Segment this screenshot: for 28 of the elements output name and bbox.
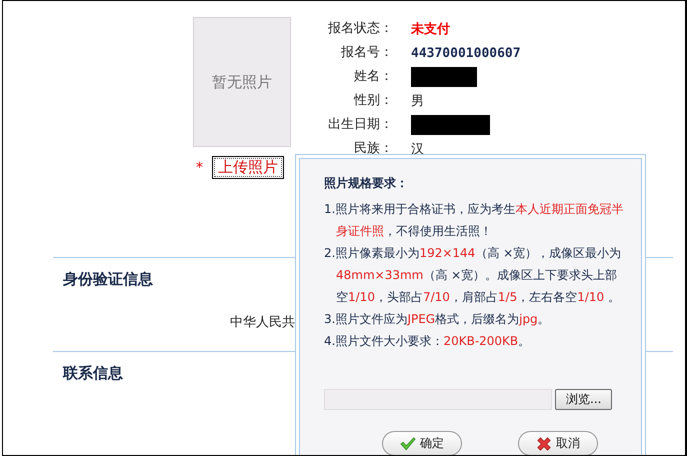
upload-photo-button[interactable]: 上传照片 (212, 156, 284, 179)
field-label: 报名号： (340, 44, 393, 62)
field-value: 男 (411, 93, 424, 110)
field-label: 报名状态： (327, 20, 393, 38)
section-title: 联系信息 (63, 364, 123, 383)
field-label: 性别： (352, 92, 393, 110)
redacted-block (411, 67, 477, 87)
requirement-item: 3.照片文件应为JPEG格式，后缀名为jpg。 (324, 311, 551, 328)
requirement-item: 4.照片文件大小要求：20KB-200KB。 (324, 333, 532, 350)
confirm-button[interactable]: 确定 (382, 431, 462, 455)
field-value: 汉 (411, 141, 424, 158)
field-label: 姓名： (353, 68, 393, 86)
requirement-item: 1.照片将来用于合格证书，应为考生本人近期正面免冠半身证件照，不得使用生活照！ (324, 201, 624, 240)
required-mark: * (196, 160, 204, 176)
field-label: 民族： (353, 140, 393, 158)
file-path-field[interactable] (324, 389, 552, 410)
field-value: 44370001000607 (411, 46, 521, 60)
field-label: 出生日期： (327, 116, 393, 134)
field-value: 未支付 (411, 21, 450, 38)
section-text: 中华人民共 (230, 315, 295, 330)
checkmark-icon (400, 436, 416, 452)
cancel-button[interactable]: 取消 (518, 431, 598, 455)
browse-button[interactable]: 浏览... (555, 389, 612, 410)
no-photo-text: 暂无照片 (212, 72, 272, 92)
dialog-title: 照片规格要求： (324, 175, 409, 192)
requirement-item: 2.照片像素最小为192×144（高 ×宽），成像区最小为 48mm×33mm（高 ×宽）。成像区上下要求头上部空1/10，头部占7/10，肩部占1/5，左右各空1/10 。 (324, 245, 622, 306)
close-icon (536, 436, 552, 452)
section-title: 身份验证信息 (63, 270, 153, 289)
